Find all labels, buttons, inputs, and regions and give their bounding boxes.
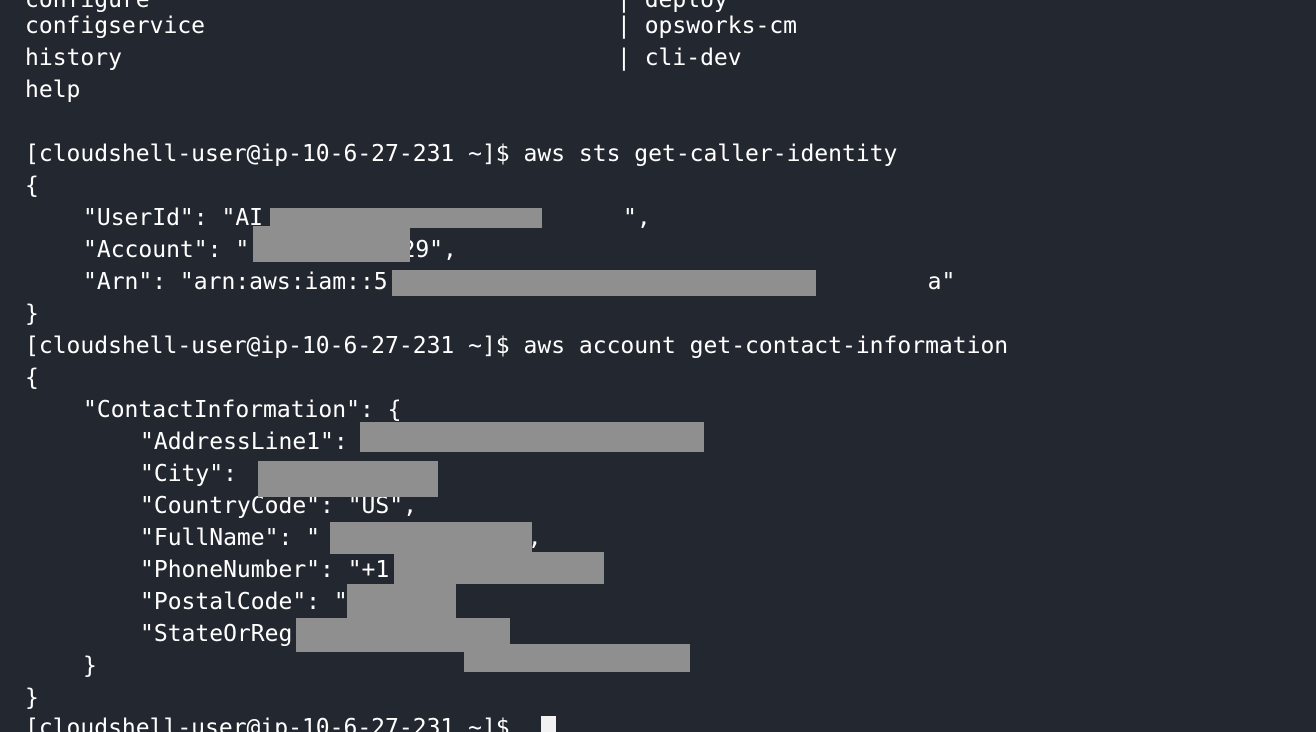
- json-close-brace-2: }: [25, 685, 39, 711]
- json-phone-number: "PhoneNumber": "+1: [140, 557, 390, 583]
- redaction-full-name: [330, 522, 532, 554]
- json-contact-close-brace: }: [83, 653, 97, 679]
- prompt-final[interactable]: [cloudshell-user@ip-10-6-27-231 ~]$: [25, 712, 524, 732]
- redaction-phone: [394, 552, 604, 584]
- json-open-brace-2: {: [25, 365, 39, 391]
- redaction-arn: [392, 270, 816, 296]
- help-item-history: history: [25, 45, 122, 71]
- help-item-help: help: [25, 77, 81, 103]
- redaction-account: [253, 226, 410, 262]
- json-state-or-region: "StateOrReg: [140, 621, 293, 647]
- redaction-userid: [270, 208, 542, 228]
- text-cursor: [541, 716, 556, 732]
- json-open-brace: {: [25, 173, 39, 199]
- help-item-configservice: configservice: [25, 13, 206, 39]
- cloudshell-terminal[interactable]: configure | deploy configservice | opswo…: [0, 0, 1316, 732]
- help-item-opsworks-cm: | opsworks-cm: [617, 13, 798, 39]
- redaction-extra: [464, 644, 690, 672]
- redaction-postal: [347, 584, 456, 618]
- json-postal-code: "PostalCode": ": [140, 589, 348, 615]
- prompt-contact-command: [cloudshell-user@ip-10-6-27-231 ~]$ aws …: [25, 333, 1009, 359]
- prompt-sts-command: [cloudshell-user@ip-10-6-27-231 ~]$ aws …: [25, 141, 898, 167]
- json-contact-information: "ContactInformation": {: [83, 397, 402, 423]
- redaction-city: [258, 461, 438, 497]
- help-item-cli-dev: | cli-dev: [617, 45, 742, 71]
- json-close-brace: }: [25, 301, 39, 327]
- redaction-address: [360, 422, 704, 452]
